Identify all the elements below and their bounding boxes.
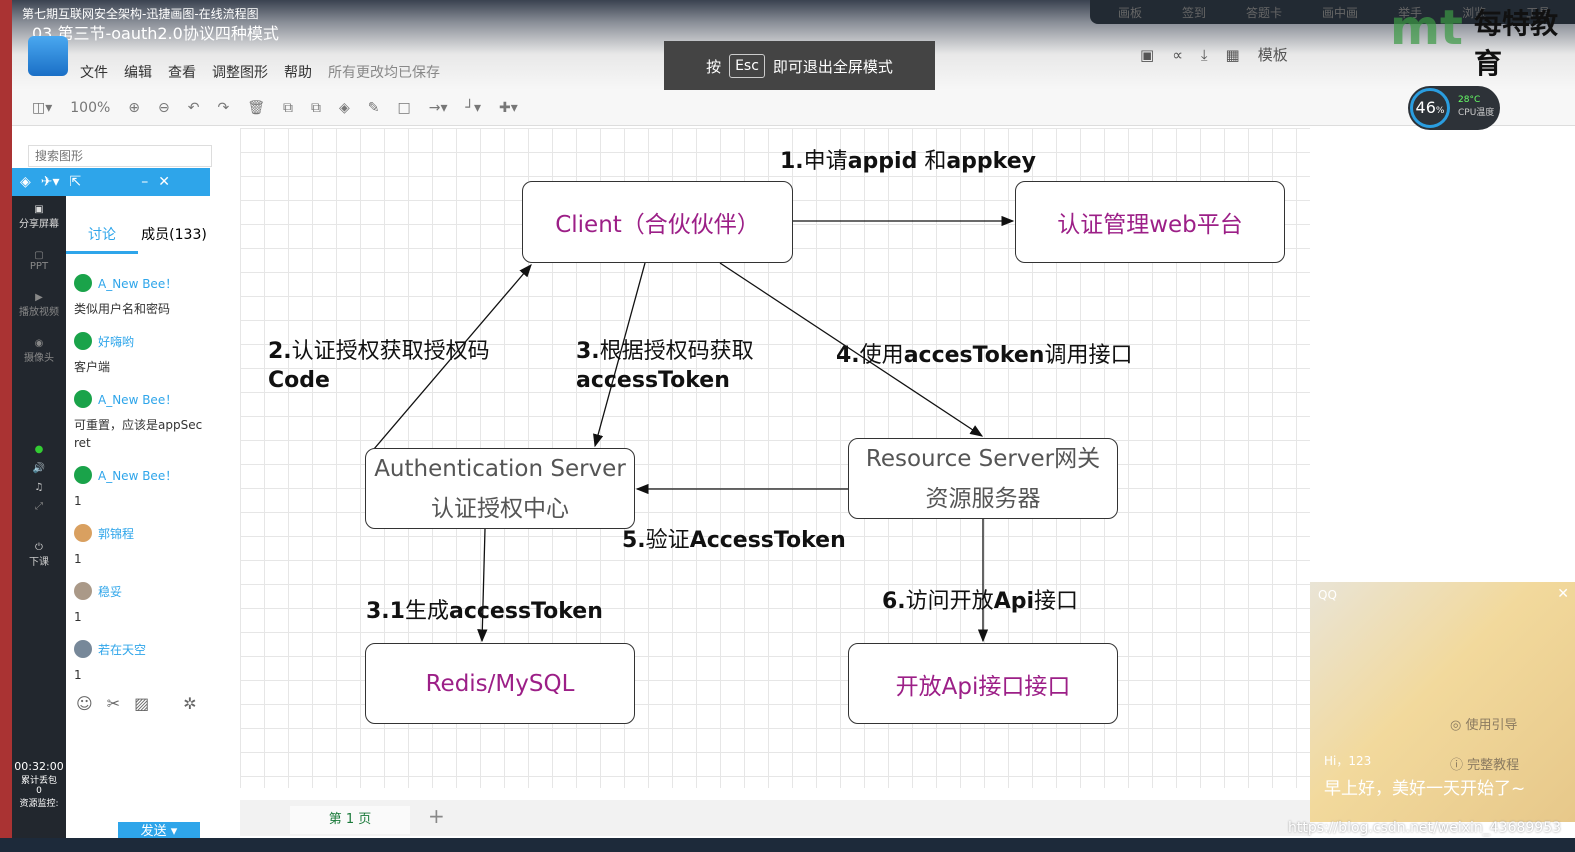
chat-messages: A_New Bee！ 类似用户名和密码 好嗨哟 客户端 A_New Bee！ 可重置，… [74,270,204,694]
ppt-button[interactable]: ▢ PPT [12,250,66,272]
play-video-button[interactable]: ▶ 播放视频 [12,292,66,318]
end-class-button[interactable]: ⏻ 下课 [12,542,66,568]
guide-link[interactable]: ◎ 使用引导 [1450,714,1518,733]
chat-tabs: 讨论 成员(133) [66,222,210,254]
chat-tools: ☺ ✂ ▨ ✲ [76,694,197,713]
share-out-icon[interactable]: ⇱ [70,174,82,190]
tutorial-link[interactable]: ⓘ 完整教程 [1450,754,1519,773]
scissors-icon[interactable]: ✂ [107,694,120,713]
music-icon[interactable]: ♫ [12,482,66,493]
mic-icon[interactable]: ● [12,444,66,455]
node-resource-server[interactable]: Resource Server网关 资源服务器 [848,438,1118,519]
chat-message: A_New Bee！ 类似用户名和密码 [74,270,204,318]
tab-discussion[interactable]: 讨论 [66,222,138,254]
minimize-icon[interactable]: – [141,174,148,190]
label-step5: 5.验证AccessToken [622,528,846,553]
user-avatar [74,582,92,600]
gear-icon[interactable]: ✲ [183,694,196,713]
close-icon[interactable]: ✕ [158,174,170,190]
greeting-message: 早上好，美好一天开始了~ [1324,779,1526,799]
settings-icon[interactable]: ◈ [20,174,31,190]
fullscreen-icon[interactable]: ⤢ [12,501,66,512]
image-icon[interactable]: ▨ [134,694,149,713]
node-auth-server[interactable]: Authentication Server 认证授权中心 [365,448,635,529]
camera-button[interactable]: ◉ 摄像头 [12,338,66,364]
label-step3: 3.根据授权码获取 accessToken [576,339,754,393]
plane-icon[interactable]: ✈▾ [41,174,60,190]
shape-search-input[interactable] [28,145,212,167]
chat-message: 稳妥 1 [74,578,204,626]
class-stats: 00:32:00 累计丢包 0 资源监控: [12,760,66,809]
label-step2: 2.认证授权获取授权码 Code [268,339,490,393]
speaker-icon[interactable]: 🔊 [12,463,66,474]
qq-popup: QQ ✕ ◎ 使用引导 ⓘ 完整教程 Hi，123 早上好，美好一天开始了~ [1310,582,1575,822]
wechat-avatar [74,274,92,292]
tab-members[interactable]: 成员(133) [138,222,210,254]
chat-message: 郭锦程 1 [74,520,204,568]
chat-message: A_New Bee！ 可重置，应该是appSecret [74,386,204,452]
class-timer: 00:32:00 [14,760,64,773]
chat-header: ◈ ✈▾ ⇱ – ✕ [12,168,210,196]
chat-message: 若在天空 1 [74,636,204,684]
watermark: https://blog.csdn.net/weixin_43689953 [1288,820,1562,836]
label-step31: 3.1生成accessToken [366,599,603,624]
add-page-icon[interactable]: + [428,804,445,828]
qq-label: QQ [1318,588,1337,602]
label-step6: 6.访问开放Api接口 [882,589,1079,614]
share-screen-button[interactable]: ▣ 分享屏幕 [12,204,66,230]
wechat-avatar [74,466,92,484]
wechat-avatar [74,390,92,408]
user-avatar [74,524,92,542]
user-avatar [74,640,92,658]
label-step1: 1.申请appid 和appkey [780,149,1036,174]
node-open-api[interactable]: 开放Api接口接口 [848,643,1118,724]
node-client[interactable]: Client（合伙伙伴） [522,181,793,263]
chat-message: A_New Bee！ 1 [74,462,204,510]
page-tab[interactable]: 第 1 页 [290,806,410,834]
node-web-platform[interactable]: 认证管理web平台 [1015,181,1285,263]
class-sidebar: ▣ 分享屏幕 ▢ PPT ▶ 播放视频 ◉ 摄像头 ● 🔊 ♫ ⤢ ⏻ 下课 [12,196,66,840]
label-step4: 4.使用accesToken调用接口 [836,343,1133,368]
chat-message: 好嗨哟 客户端 [74,328,204,376]
taskbar [0,838,1575,852]
wechat-avatar [74,332,92,350]
emoji-icon[interactable]: ☺ [76,694,93,713]
greeting: Hi，123 [1324,754,1372,768]
close-icon[interactable]: ✕ [1557,586,1569,602]
node-redis[interactable]: Redis/MySQL [365,643,635,724]
